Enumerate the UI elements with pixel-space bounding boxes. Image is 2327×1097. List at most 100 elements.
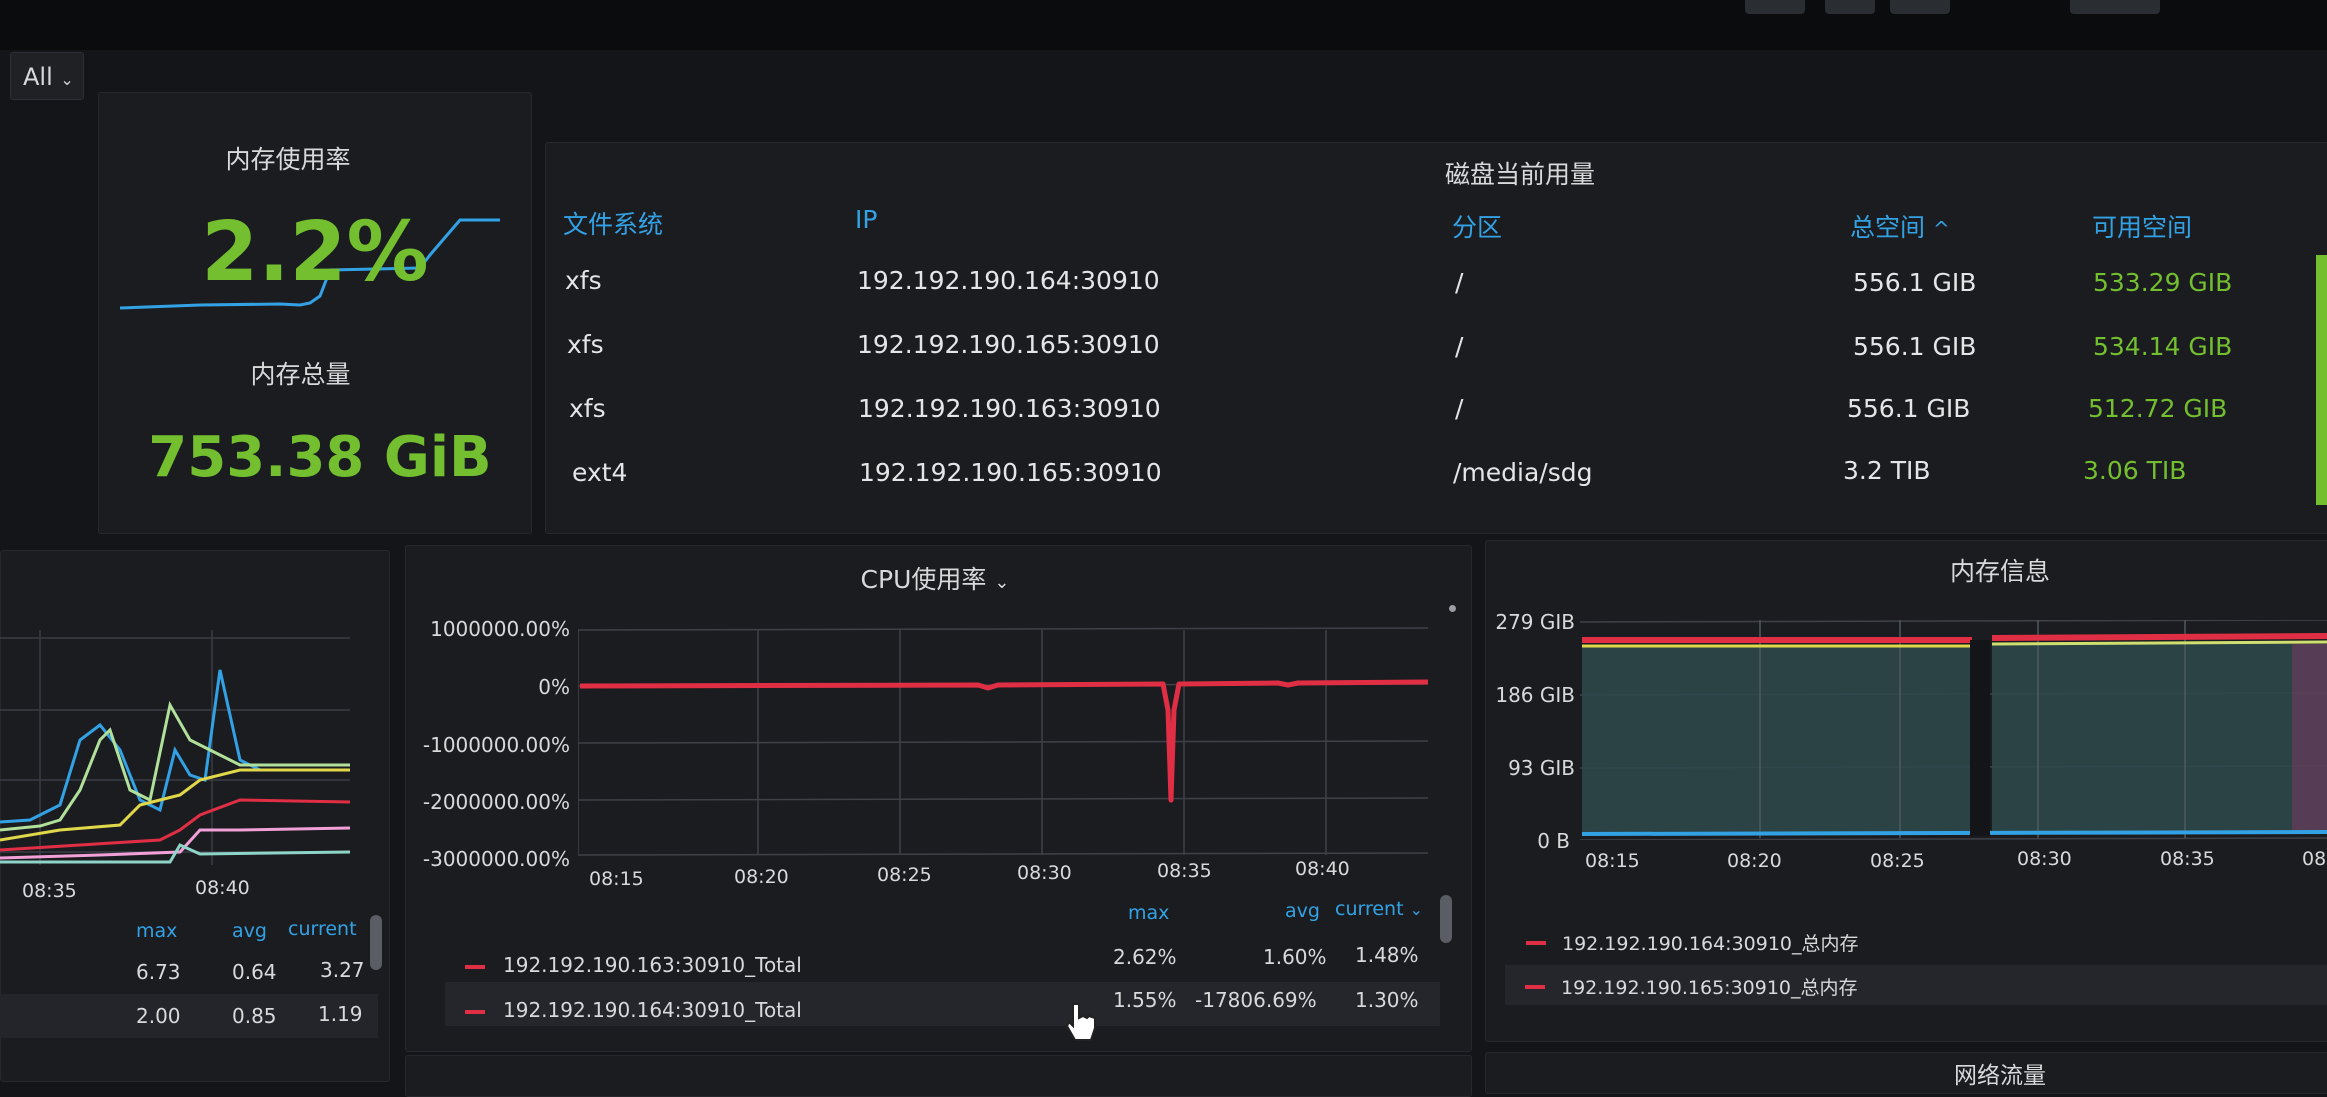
table-row: xfs 192.192.190.165:30910 / 556.1 GIB 53…: [545, 314, 2327, 376]
x-tick: 08:15: [1585, 850, 1640, 872]
memory-info-chart: [1580, 620, 2327, 840]
y-tick: 1000000.00%: [430, 617, 570, 641]
table-row: ext4 192.192.190.165:30910 /media/sdg 3.…: [545, 442, 2327, 504]
x-tick: 08:35: [22, 880, 77, 902]
list-item: 6.73 0.64 3.27: [0, 950, 380, 994]
legend-current: 1.30%: [1355, 988, 1419, 1012]
toolbar-button[interactable]: [1890, 0, 1950, 14]
y-tick: 93 GIB: [1508, 756, 1575, 780]
legend-max: 2.00: [136, 1004, 181, 1028]
column-header-ip[interactable]: IP: [855, 205, 877, 234]
legend-header-avg[interactable]: avg: [232, 920, 267, 942]
cpu-usage-title[interactable]: CPU使用率 ⌄: [820, 560, 1050, 596]
x-tick: 08:35: [2160, 848, 2215, 870]
toolbar-button[interactable]: [1825, 0, 1875, 14]
series-color-swatch: [1526, 941, 1546, 945]
y-tick: 186 GIB: [1495, 683, 1575, 707]
series-name: 192.192.190.165:30910_总内存: [1561, 977, 1858, 999]
legend-scrollbar[interactable]: [1440, 895, 1452, 943]
cell-filesystem: ext4: [572, 458, 628, 487]
legend-header-avg[interactable]: avg: [1285, 900, 1320, 922]
load-chart: [0, 630, 351, 865]
x-tick: 08:40: [195, 877, 250, 899]
memory-total-title: 内存总量: [250, 360, 351, 389]
x-tick: 08:25: [1870, 850, 1925, 872]
column-header-partition[interactable]: 分区: [1452, 208, 1502, 244]
list-item: 2.00 0.85 1.19: [0, 994, 378, 1038]
legend-avg: 1.60%: [1263, 945, 1327, 969]
legend-header-max[interactable]: max: [1128, 902, 1169, 924]
table-row: xfs 192.192.190.163:30910 / 556.1 GIB 51…: [545, 378, 2327, 440]
y-tick: 0%: [538, 675, 570, 699]
cell-ip: 192.192.190.164:30910: [857, 266, 1160, 295]
memory-info-title: 内存信息: [1949, 557, 2050, 586]
cell-ip: 192.192.190.165:30910: [857, 330, 1160, 359]
legend-current: 1.48%: [1355, 943, 1419, 967]
series-name: 192.192.190.164:30910_总内存: [1562, 933, 1859, 955]
legend-header-current[interactable]: current: [288, 918, 357, 940]
chevron-down-icon: ⌄: [60, 70, 74, 89]
list-item[interactable]: 192.192.190.164:30910_Total 1.55% -17806…: [445, 982, 1440, 1026]
table-row: xfs 192.192.190.164:30910 / 556.1 GIB 53…: [545, 250, 2327, 312]
series-name: 192.192.190.164:30910_Total: [503, 998, 802, 1022]
legend-header-current[interactable]: current ⌄: [1335, 898, 1423, 920]
list-item[interactable]: 192.192.190.165:30910_总内存: [1505, 965, 2327, 1005]
list-item[interactable]: 192.192.190.163:30910_Total 2.62% 1.60% …: [445, 943, 1440, 985]
legend-avg: 0.64: [232, 960, 277, 984]
y-tick: -3000000.00%: [422, 847, 570, 871]
column-header-free-space[interactable]: 可用空间: [2092, 208, 2192, 244]
panel-info-icon: [1449, 605, 1456, 612]
series-color-swatch: [465, 1010, 485, 1014]
bottom-panel: [405, 1055, 1472, 1097]
sort-ascending-icon: ^: [1932, 217, 1950, 241]
disk-usage-title: 磁盘当前用量: [1444, 160, 1595, 189]
cell-total-space: 556.1 GIB: [1853, 332, 1977, 361]
series-color-swatch: [1525, 985, 1545, 989]
toolbar-button[interactable]: [1745, 0, 1805, 14]
x-tick: 08:35: [1157, 860, 1212, 882]
cell-partition: /media/sdg: [1453, 458, 1593, 487]
cell-partition: /: [1455, 268, 1464, 297]
cell-ip: 192.192.190.163:30910: [858, 394, 1161, 423]
cell-free-space: 512.72 GIB: [2088, 394, 2228, 423]
series-name: 192.192.190.163:30910_Total: [503, 953, 802, 977]
mouse-cursor-icon: [1065, 1003, 1096, 1041]
cell-filesystem: xfs: [567, 330, 604, 359]
cell-total-space: 556.1 GIB: [1853, 268, 1977, 297]
column-header-filesystem[interactable]: 文件系统: [563, 205, 663, 241]
legend-avg: 0.85: [232, 1004, 277, 1028]
x-tick: 08:: [2302, 848, 2327, 870]
cell-partition: /: [1455, 394, 1464, 423]
cell-total-space: 3.2 TIB: [1843, 456, 1931, 485]
legend-avg: -17806.69%: [1195, 988, 1317, 1012]
memory-usage-value: 2.2%: [201, 205, 429, 300]
cell-partition: /: [1455, 332, 1464, 361]
y-tick: -1000000.00%: [422, 733, 570, 757]
legend-max: 6.73: [136, 960, 181, 984]
network-traffic-title: 网络流量: [1954, 1063, 2046, 1089]
cell-filesystem: xfs: [569, 394, 606, 423]
cell-free-space: 533.29 GIB: [2093, 268, 2233, 297]
cell-free-space: 534.14 GIB: [2093, 332, 2233, 361]
top-bar: [0, 0, 2327, 50]
legend-current: 3.27: [320, 958, 365, 982]
variable-select[interactable]: All ⌄: [10, 52, 84, 100]
cell-ip: 192.192.190.165:30910: [859, 458, 1162, 487]
free-space-gauge-bar: [2316, 255, 2327, 505]
memory-usage-title: 内存使用率: [225, 145, 351, 174]
cell-filesystem: xfs: [565, 266, 602, 295]
legend-header-max[interactable]: max: [136, 920, 177, 942]
x-tick: 08:30: [2017, 848, 2072, 870]
cell-free-space: 3.06 TIB: [2083, 456, 2187, 485]
list-item[interactable]: 192.192.190.164:30910_总内存: [1510, 925, 2320, 963]
memory-total-value: 753.38 GiB: [148, 425, 492, 490]
chevron-down-icon: ⌄: [1409, 900, 1423, 919]
toolbar-button[interactable]: [2070, 0, 2160, 14]
cell-total-space: 556.1 GIB: [1847, 394, 1971, 423]
column-header-total-space[interactable]: 总空间 ^: [1850, 208, 1950, 244]
y-tick: -2000000.00%: [422, 790, 570, 814]
chevron-down-icon: ⌄: [994, 572, 1010, 593]
x-tick: 08:20: [734, 866, 789, 888]
y-tick: 0 B: [1537, 829, 1570, 853]
legend-max: 1.55%: [1113, 988, 1177, 1012]
